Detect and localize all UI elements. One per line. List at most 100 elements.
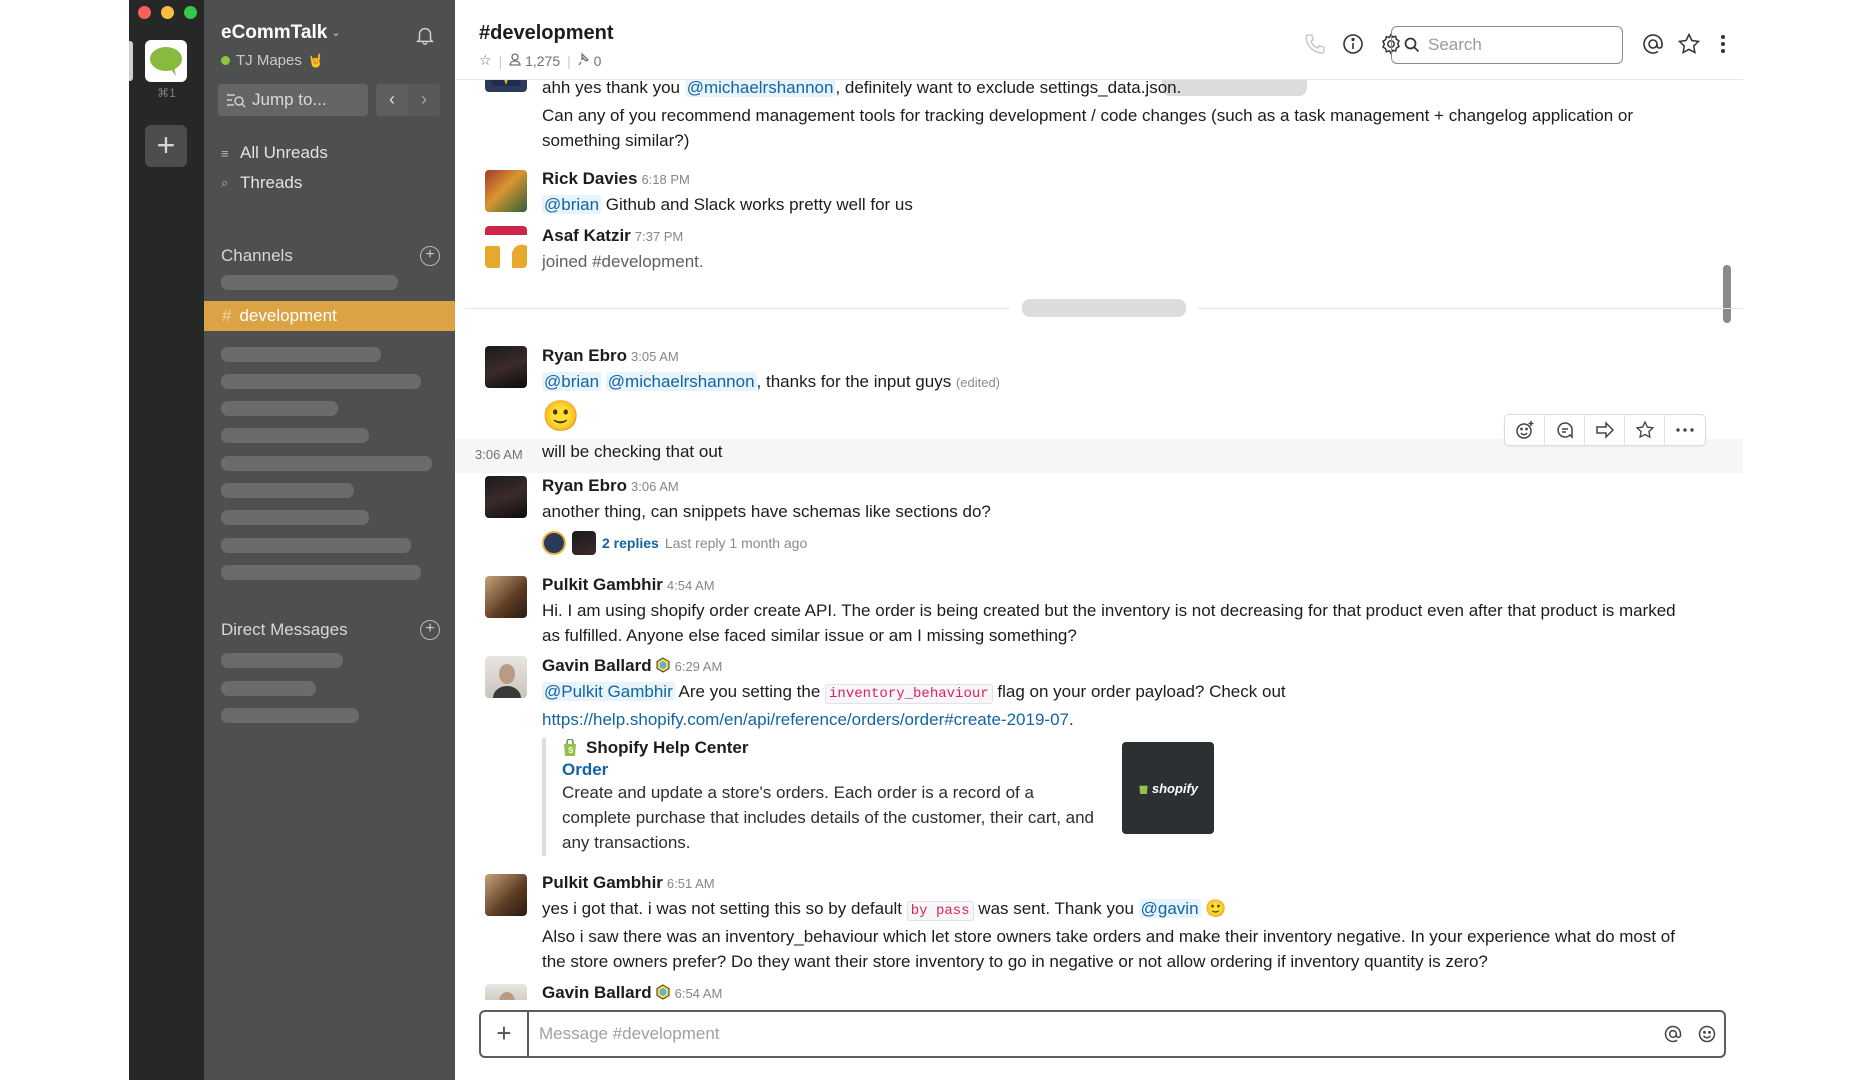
avatar[interactable] <box>485 226 527 268</box>
search-input[interactable] <box>1428 35 1608 55</box>
avatar[interactable] <box>485 346 527 388</box>
message-author[interactable]: Ryan Ebro <box>542 476 627 495</box>
avatar[interactable] <box>485 656 527 698</box>
maximize-window-button[interactable] <box>184 6 197 19</box>
emoji-picker-button[interactable] <box>1690 1012 1724 1056</box>
star-icon <box>1635 420 1654 439</box>
notifications-bell-icon[interactable] <box>414 24 436 46</box>
user-mention[interactable]: @gavin <box>1138 899 1201 918</box>
avatar[interactable] <box>485 476 527 518</box>
add-channel-icon[interactable]: + <box>420 246 440 266</box>
channel-item-placeholder[interactable] <box>221 483 354 498</box>
speech-bubble-icon <box>150 47 182 76</box>
partner-badge-icon <box>656 657 670 673</box>
mentions-at-icon[interactable] <box>1641 32 1665 56</box>
message-author[interactable]: Gavin Ballard <box>542 983 652 1000</box>
sidebar-item-all-unreads[interactable]: ≡ All Unreads <box>221 143 328 163</box>
close-window-button[interactable] <box>138 6 151 19</box>
dm-item-placeholder[interactable] <box>221 653 343 668</box>
channel-item-placeholder[interactable] <box>221 538 411 553</box>
add-reaction-icon <box>1515 421 1533 439</box>
user-mention[interactable]: @Pulkit Gambhir <box>542 682 675 701</box>
star-message-button[interactable] <box>1625 415 1665 445</box>
avatar[interactable] <box>485 874 527 916</box>
thread-replies-link[interactable]: 2 replies <box>602 535 659 551</box>
avatar[interactable] <box>485 170 527 212</box>
channel-item-placeholder[interactable] <box>221 374 421 389</box>
channel-item-placeholder[interactable] <box>221 456 432 471</box>
day-divider <box>1197 308 1743 309</box>
attachment-thumbnail[interactable]: shopify <box>1122 742 1214 834</box>
channel-info-icon[interactable] <box>1341 32 1365 56</box>
starred-items-star-icon[interactable] <box>1677 32 1701 56</box>
message: Gavin Ballard 6:54 AM <box>542 980 1692 1000</box>
user-mention[interactable]: @brian <box>542 372 602 391</box>
back-button[interactable]: ‹ <box>376 84 408 116</box>
jump-search-icon <box>227 94 246 108</box>
mention-button[interactable] <box>1656 1012 1690 1056</box>
message-scrollbar[interactable] <box>1723 265 1731 323</box>
add-workspace-button[interactable]: + <box>145 125 187 167</box>
message-timestamp[interactable]: 6:29 AM <box>675 659 723 674</box>
sidebar-item-development[interactable]: # development <box>204 301 455 331</box>
message-timestamp[interactable]: 4:54 AM <box>667 578 715 593</box>
channel-item-placeholder[interactable] <box>221 565 421 580</box>
channel-item-placeholder[interactable] <box>221 510 369 525</box>
message-timestamp[interactable]: 3:06 AM <box>631 479 679 494</box>
message-input[interactable] <box>529 1014 1656 1054</box>
message-author[interactable]: Gavin Ballard <box>542 656 652 675</box>
channels-section-header[interactable]: Channels <box>221 246 293 266</box>
user-mention[interactable]: @brian <box>542 195 602 214</box>
channel-item-placeholder[interactable] <box>221 347 381 362</box>
current-user[interactable]: TJ Mapes 🤘 <box>221 52 324 69</box>
message-author[interactable]: Pulkit Gambhir <box>542 575 663 594</box>
hash-icon: # <box>222 306 232 325</box>
search-box[interactable] <box>1391 26 1623 64</box>
direct-messages-section-header[interactable]: Direct Messages <box>221 620 348 640</box>
message-author[interactable]: Ryan Ebro <box>542 346 627 365</box>
message-timestamp[interactable]: 6:18 PM <box>641 172 689 187</box>
thread-summary[interactable]: 2 replies Last reply 1 month ago <box>542 531 807 555</box>
message-text: ahh yes thank you <box>542 80 685 97</box>
avatar[interactable] <box>485 984 527 1000</box>
message-timestamp[interactable]: 3:06 AM <box>475 447 523 462</box>
minimize-window-button[interactable] <box>161 6 174 19</box>
forward-button[interactable]: › <box>408 84 440 116</box>
thread-participant-avatar <box>542 531 566 555</box>
message-link[interactable]: https://help.shopify.com/en/api/referenc… <box>542 710 1069 729</box>
add-reaction-button[interactable] <box>1505 415 1545 445</box>
avatar[interactable] <box>485 80 527 92</box>
pinned-count-button[interactable]: 0 <box>578 51 601 69</box>
dm-item-placeholder[interactable] <box>221 708 359 723</box>
message-timestamp[interactable]: 6:54 AM <box>675 986 723 1000</box>
user-mention[interactable]: @michaelrshannon <box>684 80 836 97</box>
start-thread-button[interactable] <box>1545 415 1585 445</box>
team-ecommtalk-button[interactable] <box>145 40 187 82</box>
message-timestamp[interactable]: 6:51 AM <box>667 876 715 891</box>
channel-item-placeholder[interactable] <box>221 401 338 416</box>
team-sidebar: ⌘1 + <box>129 0 204 1080</box>
avatar[interactable] <box>485 576 527 618</box>
message-author[interactable]: Pulkit Gambhir <box>542 873 663 892</box>
message-author[interactable]: Rick Davies <box>542 169 637 188</box>
call-icon[interactable] <box>1303 32 1327 56</box>
jump-to-button[interactable]: Jump to... <box>218 84 368 116</box>
message-timestamp[interactable]: 3:05 AM <box>631 349 679 364</box>
workspace-menu[interactable]: eCommTalk ⌄ <box>221 22 341 44</box>
channel-item-placeholder[interactable] <box>221 428 369 443</box>
share-message-button[interactable] <box>1585 415 1625 445</box>
jump-to-label: Jump to... <box>252 90 327 109</box>
more-menu-kebab-icon[interactable] <box>1711 32 1735 56</box>
message-list[interactable]: ahh yes thank you @michaelrshannon, defi… <box>455 80 1743 1000</box>
dm-item-placeholder[interactable] <box>221 681 316 696</box>
channel-item-placeholder[interactable] <box>221 275 398 290</box>
sidebar-item-threads[interactable]: ⌕ Threads <box>221 173 302 193</box>
user-mention[interactable]: @michaelrshannon <box>605 372 757 391</box>
member-count-button[interactable]: 1,275 <box>509 53 560 69</box>
star-channel-icon[interactable]: ☆ <box>479 52 492 69</box>
add-dm-icon[interactable]: + <box>420 620 440 640</box>
more-actions-button[interactable] <box>1665 415 1705 445</box>
attach-file-button[interactable]: + <box>481 1012 529 1056</box>
message-timestamp[interactable]: 7:37 PM <box>635 229 683 244</box>
message-author[interactable]: Asaf Katzir <box>542 226 631 245</box>
